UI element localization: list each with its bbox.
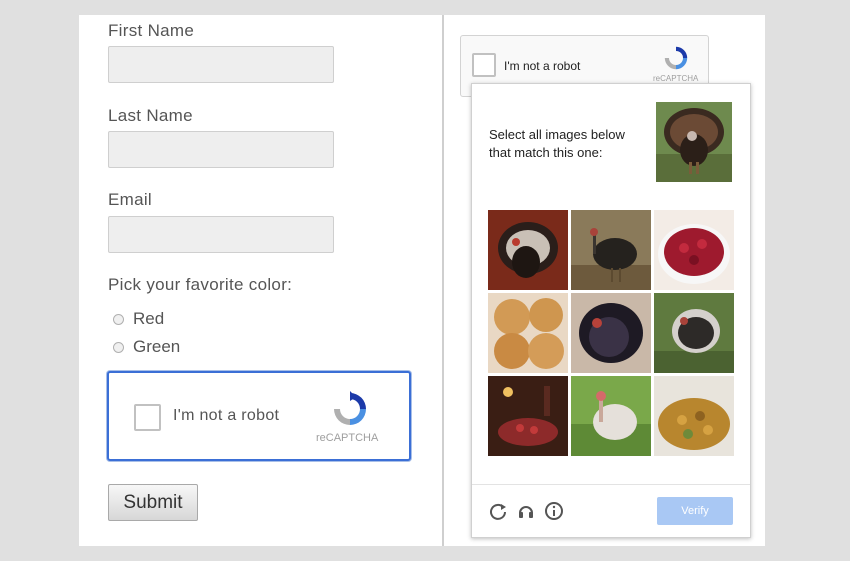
radio-option-green[interactable]: Green	[113, 337, 180, 357]
radio-label-green: Green	[133, 337, 181, 356]
recaptcha-challenge-panel: Select all images below that match this …	[471, 83, 751, 538]
radio-button-green[interactable]	[113, 341, 124, 353]
challenge-footer: Verify	[472, 484, 750, 538]
radio-label-red: Red	[133, 309, 165, 328]
recaptcha-checkbox-large[interactable]	[134, 404, 161, 431]
color-prompt: Pick your favorite color:	[108, 275, 293, 294]
challenge-tile-4[interactable]	[488, 293, 568, 373]
submit-button[interactable]: Submit	[108, 484, 198, 521]
first-name-input[interactable]	[108, 46, 334, 83]
challenge-tile-1[interactable]	[488, 210, 568, 290]
challenge-tile-7[interactable]	[488, 376, 568, 456]
email-input[interactable]	[108, 216, 334, 253]
recaptcha-checkbox-label: I'm not a robot	[173, 407, 280, 424]
first-name-label: First Name	[108, 21, 195, 40]
reload-icon[interactable]	[488, 501, 508, 521]
panel-divider	[442, 15, 444, 546]
radio-option-red[interactable]: Red	[113, 309, 164, 329]
last-name-input[interactable]	[108, 131, 334, 168]
recaptcha-checkbox-label-small: I'm not a robot	[504, 59, 581, 73]
recaptcha-widget-large: I'm not a robot reCAPTCHA	[107, 371, 411, 461]
challenge-image-grid	[488, 210, 736, 456]
recaptcha-checkbox-small[interactable]	[472, 53, 496, 77]
challenge-tile-5[interactable]	[571, 293, 651, 373]
verify-button[interactable]: Verify	[657, 497, 733, 525]
challenge-tile-6[interactable]	[654, 293, 734, 373]
challenge-tile-8[interactable]	[571, 376, 651, 456]
recaptcha-logo-icon	[330, 389, 370, 429]
challenge-tile-9[interactable]	[654, 376, 734, 456]
challenge-instructions: Select all images below that match this …	[489, 127, 625, 160]
recaptcha-brand-small: reCAPTCHA	[653, 74, 699, 83]
info-icon[interactable]	[544, 501, 564, 521]
challenge-tile-3[interactable]	[654, 210, 734, 290]
radio-button-red[interactable]	[113, 313, 124, 325]
email-label: Email	[108, 190, 153, 209]
challenge-tile-2[interactable]	[571, 210, 651, 290]
challenge-sample-image	[656, 102, 732, 182]
recaptcha-logo-icon-small	[662, 44, 690, 72]
last-name-label: Last Name	[108, 106, 193, 125]
recaptcha-brand: reCAPTCHA	[316, 432, 379, 444]
audio-icon[interactable]	[516, 501, 536, 521]
